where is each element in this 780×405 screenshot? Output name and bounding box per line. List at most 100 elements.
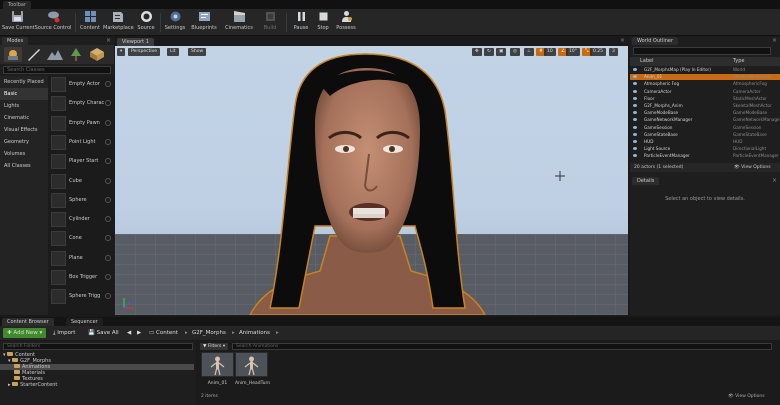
- outliner-row[interactable]: G2F_Morphs_Anim SkeletalMeshActor: [630, 103, 780, 109]
- tab-toolbar[interactable]: Toolbar: [3, 1, 32, 9]
- outliner-row[interactable]: Light Source DirectionalLight: [630, 146, 780, 152]
- settings-button[interactable]: Settings: [163, 10, 187, 35]
- tree-item-startercontent[interactable]: ▸ StarterContent: [8, 382, 57, 388]
- info-icon[interactable]: [105, 81, 111, 87]
- tab-details[interactable]: Details: [632, 177, 660, 185]
- info-icon[interactable]: [105, 138, 111, 145]
- possess-button[interactable]: Possess: [334, 10, 358, 35]
- info-icon[interactable]: [105, 293, 111, 300]
- actor-item[interactable]: Sphere: [48, 192, 114, 211]
- close-icon[interactable]: ×: [772, 37, 777, 45]
- visibility-eye-icon[interactable]: [633, 118, 637, 122]
- level-viewport[interactable]: ▾ Perspective Lit Show ✥ ↻ ▣ ◎ ⊥ # 10 ∠ …: [115, 46, 628, 315]
- info-icon[interactable]: [105, 177, 111, 184]
- paint-mode-icon[interactable]: [25, 47, 43, 62]
- rotate-tool-icon[interactable]: ↻: [484, 48, 494, 56]
- landscape-mode-icon[interactable]: [46, 47, 64, 62]
- source-button[interactable]: Source: [134, 10, 158, 35]
- info-icon[interactable]: [105, 216, 111, 223]
- camera-speed-value[interactable]: 3: [609, 48, 618, 56]
- breadcrumb-content[interactable]: Content: [152, 328, 182, 338]
- actor-item[interactable]: Point Light: [48, 134, 114, 153]
- outliner-row[interactable]: Atmospheric Fog AtmosphericFog: [630, 81, 780, 87]
- build-button[interactable]: Build: [259, 10, 281, 35]
- tab-sequencer[interactable]: Sequencer: [66, 318, 103, 326]
- info-icon[interactable]: [105, 196, 111, 203]
- search-classes-input[interactable]: Search Classes: [3, 66, 111, 74]
- tab-content-browser[interactable]: Content Browser: [2, 318, 54, 326]
- lit-button[interactable]: Lit: [167, 48, 179, 56]
- show-button[interactable]: Show: [188, 48, 207, 56]
- visibility-eye-icon[interactable]: [633, 154, 637, 158]
- surface-snap-icon[interactable]: ⊥: [524, 48, 534, 56]
- outliner-row[interactable]: G2F_MorphsMap (Play In Editor) World: [630, 67, 780, 73]
- asset-tile[interactable]: Anim_HeadTurn: [235, 352, 270, 386]
- world-local-icon[interactable]: ◎: [510, 48, 520, 56]
- outliner-row[interactable]: Floor StaticMeshActor: [630, 96, 780, 102]
- scale-tool-icon[interactable]: ▣: [496, 48, 507, 56]
- asset-tile[interactable]: Anim_01: [201, 352, 234, 386]
- category-item[interactable]: All Classes: [0, 160, 48, 172]
- visibility-eye-icon[interactable]: [633, 111, 637, 115]
- close-icon[interactable]: ×: [620, 37, 625, 45]
- rotation-snap-value[interactable]: 10°: [566, 48, 580, 56]
- actor-item[interactable]: Plane: [48, 250, 114, 269]
- actor-item[interactable]: Empty Charac: [48, 95, 114, 114]
- visibility-eye-icon[interactable]: [633, 132, 637, 136]
- source-control-button[interactable]: Source Control: [34, 10, 72, 35]
- marketplace-button[interactable]: Marketplace: [103, 10, 134, 35]
- import-button[interactable]: ⤓ Import: [49, 328, 79, 338]
- visibility-eye-icon[interactable]: [633, 125, 637, 129]
- category-item[interactable]: Recently Placed: [0, 76, 48, 88]
- info-icon[interactable]: [105, 100, 111, 107]
- visibility-eye-icon[interactable]: [633, 75, 637, 79]
- info-icon[interactable]: [105, 235, 111, 242]
- place-mode-icon[interactable]: [4, 47, 22, 62]
- add-new-button[interactable]: ✚ Add New ▾: [3, 328, 47, 338]
- visibility-eye-icon[interactable]: [633, 104, 637, 107]
- translate-tool-icon[interactable]: ✥: [472, 48, 482, 56]
- info-icon[interactable]: [105, 274, 111, 280]
- visibility-eye-icon[interactable]: [633, 68, 637, 71]
- category-item[interactable]: Basic: [0, 88, 48, 100]
- outliner-row[interactable]: HUD HUD: [630, 139, 780, 145]
- save-all-button[interactable]: 💾 Save All: [84, 328, 123, 338]
- outliner-row[interactable]: ParticleEventManager ParticleEventManager: [630, 153, 780, 159]
- pause-button[interactable]: Pause: [290, 10, 312, 35]
- actor-item[interactable]: Cone: [48, 230, 114, 249]
- outliner-search-input[interactable]: [633, 47, 771, 55]
- category-item[interactable]: Geometry: [0, 136, 48, 148]
- actor-item[interactable]: Cylinder: [48, 211, 114, 230]
- label-column-header[interactable]: Label: [640, 57, 654, 66]
- view-options-button[interactable]: 👁 View Options: [734, 163, 771, 172]
- forward-arrow-icon[interactable]: ▶: [133, 328, 145, 338]
- viewport-options-button[interactable]: ▾: [117, 48, 126, 56]
- actor-item[interactable]: Player Start: [48, 153, 114, 172]
- save-current-button[interactable]: Save Current: [2, 10, 35, 35]
- foliage-mode-icon[interactable]: [67, 47, 85, 62]
- search-animations-input[interactable]: Search Animations: [232, 343, 772, 350]
- outliner-row[interactable]: Anim_01 SkeletalMeshActor: [630, 74, 780, 81]
- actor-item[interactable]: Sphere Trigg: [48, 288, 114, 307]
- type-column-header[interactable]: Type: [733, 57, 744, 66]
- category-item[interactable]: Cinematic: [0, 112, 48, 124]
- category-item[interactable]: Volumes: [0, 148, 48, 160]
- info-icon[interactable]: [105, 254, 111, 261]
- search-folders-input[interactable]: Search Folders: [3, 343, 193, 350]
- outliner-row[interactable]: GameStateBase GameStateBase: [630, 132, 780, 138]
- outliner-row[interactable]: CameraActor CameraActor: [630, 89, 780, 95]
- actor-item[interactable]: Box Trigger: [48, 269, 114, 288]
- stop-button[interactable]: Stop: [313, 10, 333, 35]
- outliner-row[interactable]: GameSession GameSession: [630, 125, 780, 131]
- breadcrumb-g2f-morphs[interactable]: G2F_Morphs: [188, 328, 230, 338]
- filters-button[interactable]: ▼ Filters ▾: [200, 343, 229, 350]
- visibility-eye-icon[interactable]: [633, 96, 637, 100]
- geometry-mode-icon[interactable]: [88, 47, 106, 62]
- close-icon[interactable]: ×: [106, 37, 111, 45]
- content-button[interactable]: Content: [78, 10, 102, 35]
- outliner-row[interactable]: GameNetworkManager GameNetworkManager: [630, 117, 780, 123]
- close-icon[interactable]: ×: [772, 177, 777, 185]
- info-icon[interactable]: [105, 119, 111, 126]
- tab-modes[interactable]: Modes: [2, 37, 29, 45]
- tab-world-outliner[interactable]: World Outliner: [632, 37, 679, 45]
